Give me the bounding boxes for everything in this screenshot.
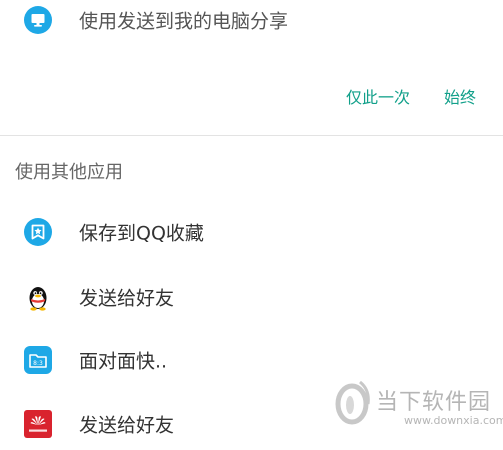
watermark-url: www.downxia.com [404,414,503,427]
app-item-send-to-friend-qq[interactable]: 发送给好友 [0,271,503,323]
huawei-share-icon [24,410,52,438]
app-item-save-to-qq-favorites[interactable]: 保存到QQ收藏 [0,206,503,258]
face-to-face-transfer-icon: 8:3 [24,346,52,374]
app-item-label: 面对面快.. [79,350,168,373]
section-title: 使用其他应用 [15,162,123,183]
section-divider [0,135,503,136]
watermark-title: 当下软件园 [376,390,492,415]
share-to-my-computer-label: 使用发送到我的电脑分享 [79,10,289,33]
just-once-button[interactable]: 仅此一次 [346,84,410,108]
monitor-icon [24,6,52,34]
app-item-label: 发送给好友 [79,287,175,310]
qq-penguin-icon [29,287,47,311]
share-to-my-computer-option[interactable]: 使用发送到我的电脑分享 [0,0,503,40]
qq-favorites-icon [24,218,52,246]
svg-text:8:3: 8:3 [33,360,43,367]
app-item-label: 发送给好友 [79,414,175,437]
app-item-label: 保存到QQ收藏 [79,222,204,245]
downxia-logo-icon [335,380,370,425]
downxia-watermark: 当下软件园 www.downxia.com [330,378,503,438]
always-button[interactable]: 始终 [444,84,476,108]
